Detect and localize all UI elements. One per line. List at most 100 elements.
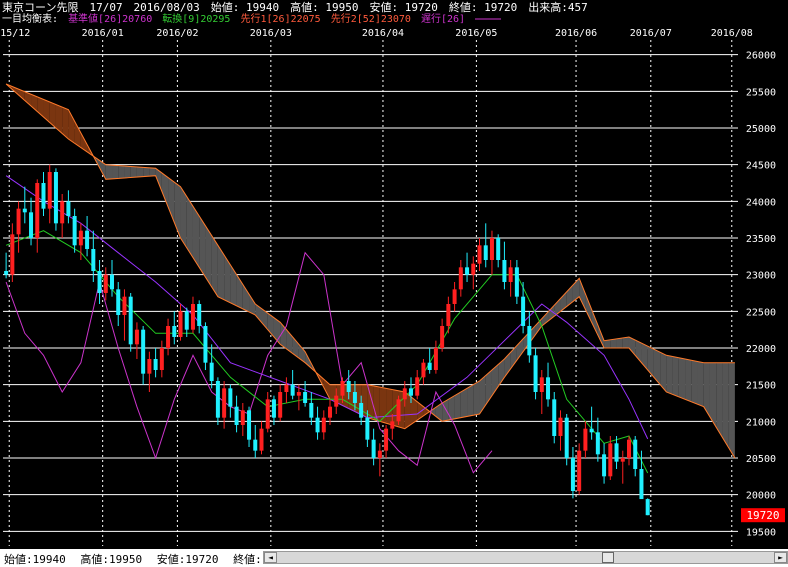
candle-body (303, 392, 308, 403)
legend-chikou: 遅行[26] (420, 14, 466, 25)
candle-body (16, 208, 21, 235)
candle-body (514, 267, 519, 297)
cloud-segment (653, 349, 661, 385)
candle-body (116, 289, 121, 315)
candle-body (91, 249, 96, 271)
candle-body (334, 395, 339, 407)
candle-body (396, 399, 401, 422)
candle-body (384, 428, 389, 451)
cloud-segment (672, 356, 679, 397)
candle-body (502, 260, 507, 282)
status-low: 安値:19720 (156, 553, 219, 566)
candle-body (496, 238, 501, 260)
candle-body (589, 428, 594, 433)
cloud-segment (112, 165, 119, 179)
price-chart[interactable]: 19500 20000 20500 21000 21500 22000 22500 23000… (0, 26, 788, 549)
candle-body (626, 439, 631, 458)
cloud-segment (386, 388, 393, 425)
cloud-segment (473, 381, 480, 416)
candle-body (558, 417, 563, 436)
cloud-segment (691, 360, 698, 405)
candle-body (602, 454, 607, 477)
candle-body (539, 377, 544, 392)
cloud-segment (479, 375, 486, 414)
senkou-b-line (5, 83, 735, 430)
candle-body (128, 296, 133, 345)
candle-body (408, 388, 413, 396)
candle-body (41, 183, 46, 209)
horizontal-scrollbar[interactable]: ◄ ► (263, 551, 788, 564)
candle-body (296, 392, 301, 396)
candle-body (458, 267, 463, 290)
candle-body (390, 421, 395, 429)
candle-body (421, 362, 426, 378)
candle-body (521, 296, 526, 326)
candle-body (134, 329, 139, 345)
cloud-segment (454, 392, 461, 419)
y-tick-label: 26000 (746, 51, 776, 62)
y-tick-label: 20000 (746, 491, 776, 502)
candle-body (365, 417, 370, 440)
y-tick-label: 19500 (746, 527, 776, 538)
candle-body (608, 443, 613, 477)
chart-window: 東京コーン先限 17/07 2016/08/03 始値: 19940 高値: 1… (0, 0, 788, 567)
y-tick-label: 23500 (746, 234, 776, 245)
candle-body (209, 362, 214, 381)
scroll-right-button[interactable]: ► (774, 552, 787, 563)
candle-body (377, 450, 382, 458)
candle-body (533, 355, 538, 392)
cloud-segment (722, 362, 729, 448)
candle-body (147, 359, 152, 374)
candle-body (489, 238, 494, 260)
candle-body (72, 216, 77, 246)
candle-body (508, 267, 513, 282)
y-tick-label: 22500 (746, 307, 776, 318)
x-tick-label: 2016/01 (82, 28, 124, 39)
candle-body (340, 381, 345, 396)
candle-body (122, 296, 127, 315)
candle-body (259, 428, 264, 451)
x-tick-label: 2016/08 (711, 28, 753, 39)
x-tick-label: 2016/07 (630, 28, 672, 39)
y-tick-label: 24000 (746, 197, 776, 208)
candle-body (620, 458, 625, 462)
candle-body (78, 230, 83, 246)
candle-body (483, 245, 488, 260)
cloud-segment (224, 255, 231, 303)
candle-body (471, 263, 476, 275)
legend-prefix: 一目均衡表: (2, 14, 59, 25)
y-tick-label: 22000 (746, 344, 776, 355)
candle-body (66, 201, 71, 216)
candle-body (35, 183, 40, 238)
scroll-left-button[interactable]: ◄ (264, 552, 277, 563)
candle-body (415, 377, 420, 396)
candle-body (10, 234, 15, 275)
cloud-segment (230, 264, 237, 306)
cloud-segment (149, 167, 156, 177)
candle-body (253, 439, 258, 451)
candle-body (465, 267, 470, 275)
candle-body (427, 362, 432, 370)
x-tick-label: 2016/06 (555, 28, 597, 39)
candle-body (110, 274, 115, 290)
candle-body (433, 348, 438, 370)
scroll-thumb[interactable] (602, 552, 614, 563)
cloud-segment (697, 361, 704, 407)
candle-body (577, 450, 582, 491)
candle-body (315, 417, 320, 433)
cloud-segment (610, 338, 617, 348)
candle-body (639, 469, 644, 500)
cloud-segment (460, 388, 468, 418)
candle-body (4, 271, 9, 275)
candle-body (546, 377, 551, 400)
candle-body (328, 406, 333, 418)
legend-kijun: 基準値[26]20760 (68, 14, 153, 25)
candle-body (440, 326, 445, 348)
candle-body (309, 403, 314, 418)
candle-body (346, 381, 351, 392)
candle-body (53, 172, 58, 224)
candle-body (284, 384, 289, 392)
candle-body (197, 304, 202, 326)
y-tick-label: 25000 (746, 124, 776, 135)
candle-body (452, 289, 457, 304)
